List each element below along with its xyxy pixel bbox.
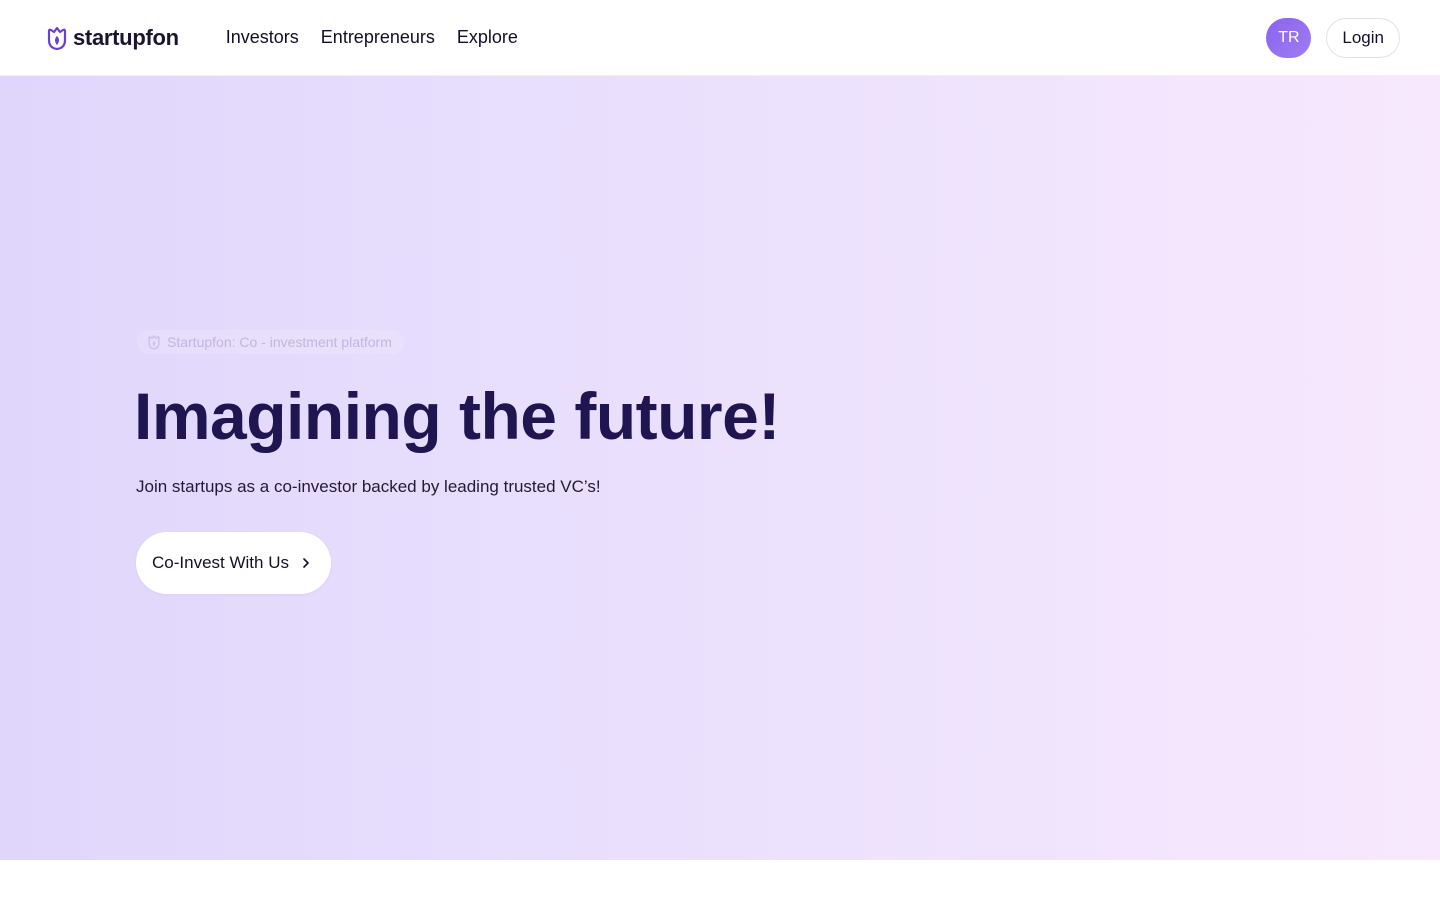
- hero-title: Imagining the future!: [134, 379, 780, 453]
- hero-section: Startupfon: Co - investment platform Ima…: [0, 76, 1440, 860]
- co-invest-button-label: Co-Invest With Us: [152, 552, 289, 572]
- nav-entrepreneurs[interactable]: Entrepreneurs: [321, 27, 435, 48]
- nav-explore[interactable]: Explore: [457, 27, 518, 48]
- user-avatar[interactable]: TR: [1266, 17, 1312, 58]
- site-header: startupfon Investors Entrepreneurs Explo…: [0, 0, 1440, 76]
- tagline-badge: Startupfon: Co - investment platform: [137, 330, 404, 354]
- startupfon-logo-icon: [47, 25, 67, 51]
- startupfon-logo-icon: [147, 334, 161, 350]
- chevron-right-icon: [301, 557, 311, 569]
- login-button[interactable]: Login: [1326, 17, 1400, 58]
- tagline-text: Startupfon: Co - investment platform: [167, 334, 392, 350]
- logo-text: startupfon: [73, 24, 179, 50]
- main-nav: Investors Entrepreneurs Explore: [226, 27, 518, 48]
- nav-investors[interactable]: Investors: [226, 27, 299, 48]
- hero-content: Startupfon: Co - investment platform Ima…: [134, 330, 780, 594]
- header-actions: TR Login: [1266, 17, 1400, 58]
- page: startupfon Investors Entrepreneurs Explo…: [0, 0, 1440, 900]
- content-panel: [0, 860, 1440, 900]
- hero-subtitle: Join startups as a co-investor backed by…: [136, 476, 601, 496]
- logo-link[interactable]: startupfon: [47, 25, 179, 51]
- co-invest-button[interactable]: Co-Invest With Us: [136, 531, 331, 594]
